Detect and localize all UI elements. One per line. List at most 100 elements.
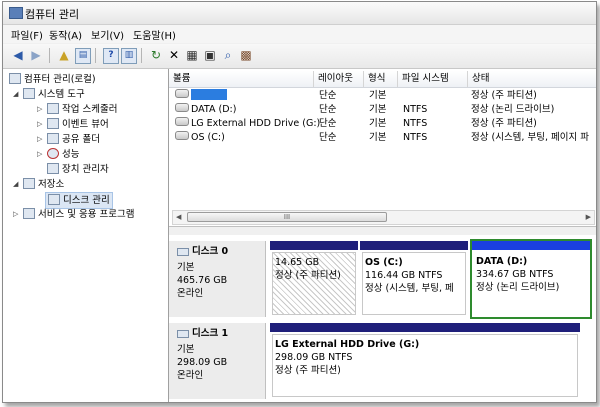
refresh-icon[interactable]: ↻ [149, 48, 163, 62]
partition-status: 정상 (논리 드라이브) [476, 282, 560, 293]
folder-up-icon[interactable]: ▲ [57, 48, 71, 62]
volume-row[interactable]: OS (C:) 단순 기본 NTFS 정상 (시스템, 부팅, 페이지 파 [169, 131, 596, 145]
partition-bar [472, 241, 590, 250]
disk-management-pane: 볼륨 레이아웃 형식 파일 시스템 상태 단순 기본 정상 (주 파티션) DA… [169, 69, 596, 402]
expand-arrow-icon[interactable]: ▷ [37, 132, 42, 147]
tree-item-task-scheduler[interactable]: ▷ 작업 스케줄러 [37, 102, 117, 117]
disk-0-name: 디스크 0 [177, 245, 228, 258]
volume-status: 정상 (논리 드라이브) [471, 104, 555, 115]
volume-fs: NTFS [403, 104, 428, 115]
tree-item-root[interactable]: 컴퓨터 관리(로컬) [9, 72, 96, 87]
back-arrow-icon[interactable]: ◀ [11, 48, 25, 62]
toolbar: ◀ ▶ ▲ ▤ ? ▥ ↻ ✕ ▦ ▣ ⌕ ▩ [3, 44, 596, 69]
partition-size: 298.09 GB NTFS [275, 352, 353, 363]
volume-row[interactable]: DATA (D:) 단순 기본 NTFS 정상 (논리 드라이브) [169, 103, 596, 117]
disk-map: 디스크 0 기본 465.76 GB 온라인 14.65 GB 정상 (주 파티… [169, 235, 596, 402]
find-icon[interactable]: ⌕ [221, 48, 235, 62]
help-icon[interactable]: ? [103, 48, 119, 64]
volume-name-redacted [191, 89, 227, 100]
menu-help[interactable]: 도움말(H) [133, 27, 176, 42]
disk-icon [177, 248, 189, 256]
volume-icon [175, 131, 189, 140]
tree-item-system-tools[interactable]: ◢ 시스템 도구 [13, 87, 85, 102]
partition-bar [270, 323, 580, 332]
column-volume[interactable]: 볼륨 [169, 71, 313, 87]
volume-type: 기본 [369, 118, 387, 129]
event-viewer-icon [47, 118, 59, 129]
tree-item-services-apps[interactable]: ▷ 서비스 및 응용 프로그램 [13, 207, 134, 222]
partition-status: 정상 (주 파티션) [275, 365, 341, 376]
volume-icon [175, 103, 189, 112]
volume-status: 정상 (주 파티션) [471, 90, 537, 101]
tools-icon [23, 88, 35, 99]
scroll-left-arrow-icon[interactable]: ◀ [176, 211, 181, 224]
delete-icon[interactable]: ✕ [167, 48, 181, 62]
volume-name: LG External HDD Drive (G:) [175, 117, 320, 131]
menu-view[interactable]: 보기(V) [91, 27, 124, 42]
column-layout[interactable]: 레이아웃 [313, 71, 363, 87]
volume-layout: 단순 [319, 132, 337, 143]
volume-row[interactable]: 단순 기본 정상 (주 파티션) [169, 89, 596, 103]
clock-icon [47, 103, 59, 114]
partition-status: 정상 (주 파티션) [275, 270, 341, 281]
partition-bar [360, 241, 468, 250]
partition-data-d[interactable]: DATA (D:) 334.67 GB NTFS 정상 (논리 드라이브) [470, 239, 592, 319]
console-tree-icon[interactable]: ▤ [75, 48, 91, 64]
partition-bar [270, 241, 358, 250]
volume-fs: NTFS [403, 118, 428, 129]
shared-folder-icon [47, 133, 59, 144]
expand-arrow-icon[interactable]: ▷ [37, 147, 42, 162]
volume-status: 정상 (주 파티션) [471, 118, 537, 129]
partition-os-c[interactable]: OS (C:) 116.44 GB NTFS 정상 (시스템, 부팅, 페 [360, 241, 468, 317]
collapse-arrow-icon[interactable]: ◢ [13, 87, 18, 102]
tree-item-performance[interactable]: ▷ 성능 [37, 147, 79, 162]
console-tree: 컴퓨터 관리(로컬) ◢ 시스템 도구 ▷ 작업 스케줄러 ▷ 이벤트 뷰어 ▷… [3, 69, 169, 402]
column-status[interactable]: 상태 [467, 71, 596, 87]
expand-arrow-icon[interactable]: ▷ [37, 102, 42, 117]
scrollbar-thumb[interactable]: III [187, 212, 387, 222]
tree-item-storage[interactable]: ◢ 저장소 [13, 177, 64, 192]
tree-item-shared-folders[interactable]: ▷ 공유 폴더 [37, 132, 100, 147]
tree-item-device-manager[interactable]: 장치 관리자 [47, 162, 109, 177]
column-type[interactable]: 형식 [363, 71, 397, 87]
partition-lg-external-g[interactable]: LG External HDD Drive (G:) 298.09 GB NTF… [270, 323, 580, 399]
disk-1-kind: 기본 [177, 344, 195, 355]
disk-0-label[interactable]: 디스크 0 기본 465.76 GB 온라인 [169, 241, 266, 317]
volume-row[interactable]: LG External HDD Drive (G:) 단순 기본 NTFS 정상… [169, 117, 596, 131]
tree-item-event-viewer[interactable]: ▷ 이벤트 뷰어 [37, 117, 109, 132]
volume-type: 기본 [369, 104, 387, 115]
disk-1-size: 298.09 GB [177, 357, 228, 368]
partition-size: 334.67 GB NTFS [476, 269, 554, 280]
disk-0-size: 465.76 GB [177, 275, 228, 286]
volume-layout: 단순 [319, 90, 337, 101]
partition-size: 14.65 GB [275, 257, 320, 268]
volume-type: 기본 [369, 90, 387, 101]
volume-name: DATA (D:) [175, 103, 236, 117]
volume-icon [175, 117, 189, 126]
new-icon[interactable]: ▣ [203, 48, 217, 62]
scroll-right-arrow-icon[interactable]: ▶ [586, 211, 591, 224]
horizontal-scrollbar[interactable]: ◀ III ▶ [172, 210, 595, 225]
partition-title: LG External HDD Drive (G:) [275, 339, 420, 350]
volume-fs: NTFS [403, 132, 428, 143]
expand-arrow-icon[interactable]: ▷ [13, 207, 18, 222]
disk-1-label[interactable]: 디스크 1 기본 298.09 GB 온라인 [169, 323, 266, 399]
computer-management-window: 컴퓨터 관리 파일(F) 동작(A) 보기(V) 도움말(H) ◀ ▶ ▲ ▤ … [2, 1, 597, 403]
menu-file[interactable]: 파일(F) [11, 27, 43, 42]
volume-name [175, 89, 227, 103]
volume-name: OS (C:) [175, 131, 225, 145]
column-file-system[interactable]: 파일 시스템 [397, 71, 467, 87]
partition-unlabeled[interactable]: 14.65 GB 정상 (주 파티션) [270, 241, 358, 317]
extra-icon[interactable]: ▩ [239, 48, 253, 62]
collapse-arrow-icon[interactable]: ◢ [13, 177, 18, 192]
menu-action[interactable]: 동작(A) [49, 27, 82, 42]
forward-arrow-icon[interactable]: ▶ [29, 48, 43, 62]
expand-arrow-icon[interactable]: ▷ [37, 117, 42, 132]
open-icon[interactable]: ▦ [185, 48, 199, 62]
disk-1-status: 온라인 [177, 370, 204, 381]
properties-icon[interactable]: ▥ [121, 48, 137, 64]
title-bar: 컴퓨터 관리 [3, 2, 596, 25]
partition-body: DATA (D:) 334.67 GB NTFS 정상 (논리 드라이브) [474, 252, 588, 315]
volume-list-header: 볼륨 레이아웃 형식 파일 시스템 상태 [169, 71, 596, 88]
device-manager-icon [47, 163, 59, 174]
